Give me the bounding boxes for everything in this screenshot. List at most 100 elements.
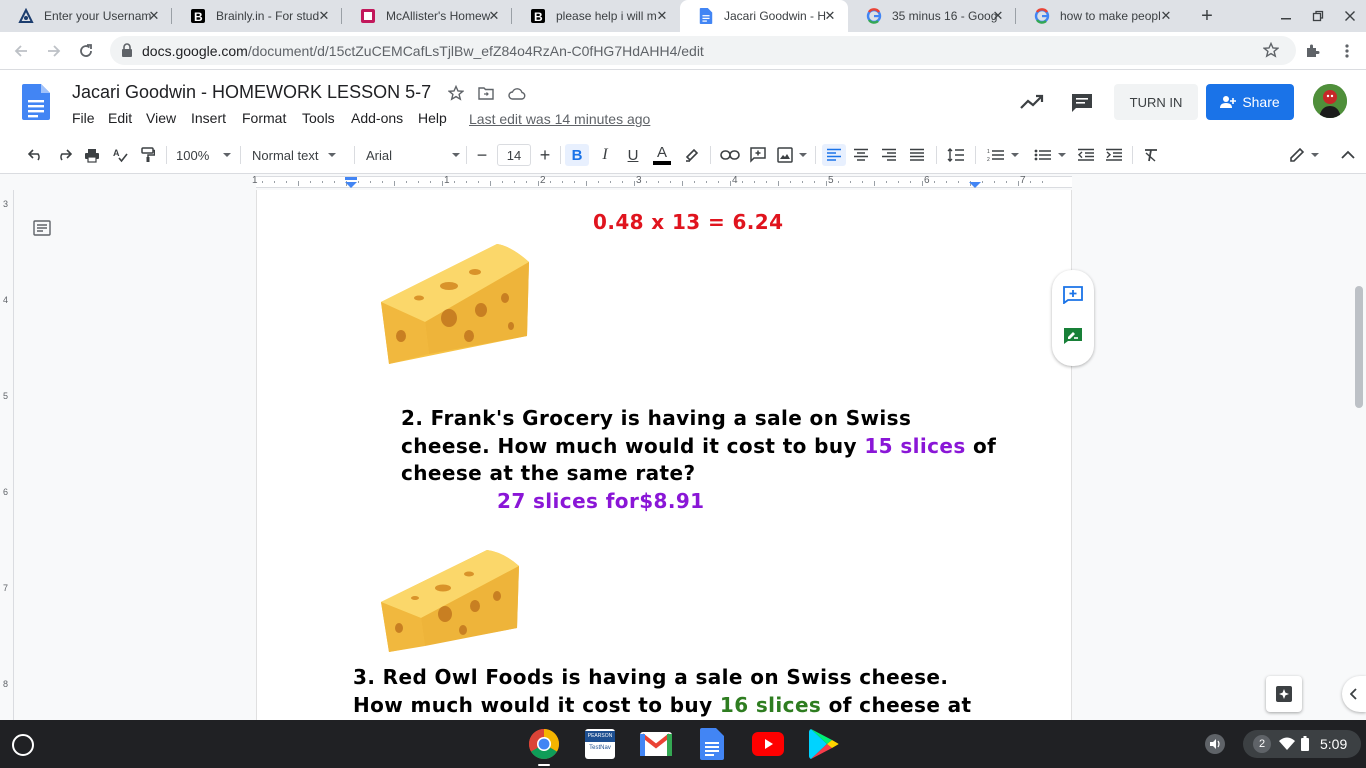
youtube-icon[interactable]	[752, 728, 784, 760]
insert-comment-icon[interactable]	[747, 144, 769, 166]
restore-icon[interactable]	[1308, 6, 1328, 26]
align-left-icon[interactable]	[822, 144, 846, 166]
close-tab-icon[interactable]: ✕	[1158, 8, 1174, 24]
menu-format[interactable]: Format	[242, 110, 286, 126]
back-icon[interactable]	[10, 40, 32, 62]
menu-help[interactable]: Help	[418, 110, 447, 126]
document-title[interactable]: Jacari Goodwin - HOMEWORK LESSON 5-7	[72, 82, 431, 103]
browser-tab[interactable]: how to make peopl ✕	[1016, 0, 1184, 32]
docs-logo-icon[interactable]	[22, 84, 50, 120]
text-color-icon[interactable]: A	[650, 144, 674, 166]
increase-indent-icon[interactable]	[1103, 144, 1125, 166]
add-comment-icon[interactable]	[1063, 286, 1083, 304]
forward-icon[interactable]	[43, 40, 65, 62]
move-folder-icon[interactable]	[478, 86, 494, 100]
indent-marker-icon[interactable]	[344, 177, 358, 189]
menu-edit[interactable]: Edit	[108, 110, 132, 126]
bulleted-list-icon[interactable]	[1031, 144, 1069, 166]
right-indent-marker-icon[interactable]	[968, 181, 982, 189]
reload-icon[interactable]	[75, 40, 97, 62]
paragraph-style-select[interactable]: Normal text	[252, 144, 346, 166]
swiss-cheese-image[interactable]	[379, 548, 521, 652]
insert-link-icon[interactable]	[718, 144, 742, 166]
menu-view[interactable]: View	[146, 110, 176, 126]
close-tab-icon[interactable]: ✕	[486, 8, 502, 24]
pearson-testnav-icon[interactable]: PEARSON TestNav	[584, 728, 616, 760]
font-select[interactable]: Arial	[366, 144, 462, 166]
scrollbar-thumb[interactable]	[1355, 286, 1363, 408]
paint-format-icon[interactable]	[137, 144, 159, 166]
menu-add-ons[interactable]: Add-ons	[351, 110, 403, 126]
numbered-list-icon[interactable]: 12	[984, 144, 1022, 166]
highlight-color-icon[interactable]	[681, 144, 703, 166]
close-tab-icon[interactable]: ✕	[146, 8, 162, 24]
bold-icon[interactable]: B	[565, 144, 589, 166]
close-window-icon[interactable]	[1340, 6, 1360, 26]
comments-icon[interactable]	[1071, 93, 1093, 113]
bookmark-star-icon[interactable]	[1263, 42, 1279, 58]
close-tab-icon[interactable]: ✕	[654, 8, 670, 24]
decrease-indent-icon[interactable]	[1075, 144, 1097, 166]
share-button[interactable]: Share	[1206, 84, 1294, 120]
swiss-cheese-image[interactable]	[379, 240, 531, 364]
chrome-icon[interactable]	[528, 728, 560, 760]
italic-icon[interactable]: I	[594, 144, 616, 166]
google-docs-icon[interactable]	[696, 728, 728, 760]
star-icon[interactable]	[448, 85, 464, 101]
new-tab-icon[interactable]: +	[1196, 5, 1218, 27]
ruler-tick	[286, 181, 287, 183]
activity-trend-icon[interactable]	[1020, 94, 1044, 110]
clear-formatting-icon[interactable]	[1140, 144, 1162, 166]
browser-tab[interactable]: B please help i will m ✕	[512, 0, 680, 32]
document-outline-icon[interactable]	[33, 220, 51, 236]
media-controls-icon[interactable]	[1205, 734, 1225, 754]
document-page[interactable]: 0.48 x 13 = 6.24 2. Frank's Grocery is h…	[256, 190, 1072, 720]
zoom-select[interactable]: 100%	[176, 144, 234, 166]
side-panel-toggle[interactable]	[1342, 676, 1366, 712]
vertical-scrollbar[interactable]	[1352, 190, 1366, 720]
browser-tab[interactable]: 35 minus 16 - Goog ✕	[848, 0, 1016, 32]
font-size-input[interactable]: 14	[497, 144, 531, 166]
decrease-font-size-icon[interactable]: −	[472, 144, 492, 166]
minimize-icon[interactable]	[1276, 6, 1296, 26]
play-store-icon[interactable]	[808, 728, 840, 760]
close-tab-icon[interactable]: ✕	[990, 8, 1006, 24]
cloud-saved-icon[interactable]	[508, 87, 526, 100]
align-justify-icon[interactable]	[906, 144, 928, 166]
more-menu-icon[interactable]	[1336, 40, 1358, 62]
align-center-icon[interactable]	[850, 144, 872, 166]
close-tab-icon[interactable]: ✕	[316, 8, 332, 24]
underline-icon[interactable]: U	[622, 144, 644, 166]
turn-in-button[interactable]: TURN IN	[1114, 84, 1198, 120]
align-right-icon[interactable]	[878, 144, 900, 166]
menu-file[interactable]: File	[72, 110, 95, 126]
ruler-number: 6	[3, 487, 9, 497]
status-tray[interactable]: 2 5:09	[1243, 730, 1361, 758]
increase-font-size-icon[interactable]: +	[535, 144, 555, 166]
menu-tools[interactable]: Tools	[302, 110, 335, 126]
insert-image-icon[interactable]	[775, 144, 809, 166]
redo-icon[interactable]	[53, 144, 75, 166]
browser-tab[interactable]: B Brainly.in - For stud ✕	[172, 0, 342, 32]
address-bar[interactable]: docs.google.com/document/d/15ctZuCEMCafL…	[110, 36, 1296, 65]
undo-icon[interactable]	[25, 144, 47, 166]
explore-button[interactable]	[1266, 676, 1302, 712]
gmail-icon[interactable]	[640, 728, 672, 760]
print-icon[interactable]	[81, 144, 103, 166]
lock-icon[interactable]	[121, 43, 133, 57]
editing-mode-select[interactable]	[1284, 144, 1324, 166]
browser-tab[interactable]: Enter your Usernam ✕	[0, 0, 172, 32]
spellcheck-icon[interactable]: A	[109, 144, 131, 166]
avatar[interactable]	[1313, 84, 1347, 118]
suggest-edits-icon[interactable]	[1063, 327, 1083, 345]
extensions-icon[interactable]	[1302, 40, 1324, 62]
ruler-number: 8	[3, 679, 9, 689]
close-tab-icon[interactable]: ✕	[822, 8, 838, 24]
launcher-icon[interactable]	[12, 734, 34, 756]
menu-insert[interactable]: Insert	[191, 110, 226, 126]
last-edit-link[interactable]: Last edit was 14 minutes ago	[469, 111, 650, 127]
browser-tab-active[interactable]: Jacari Goodwin - H ✕	[680, 0, 848, 32]
browser-tab[interactable]: McAllister's Homew ✕	[342, 0, 512, 32]
line-spacing-icon[interactable]	[945, 144, 967, 166]
hide-menus-icon[interactable]	[1337, 144, 1359, 166]
